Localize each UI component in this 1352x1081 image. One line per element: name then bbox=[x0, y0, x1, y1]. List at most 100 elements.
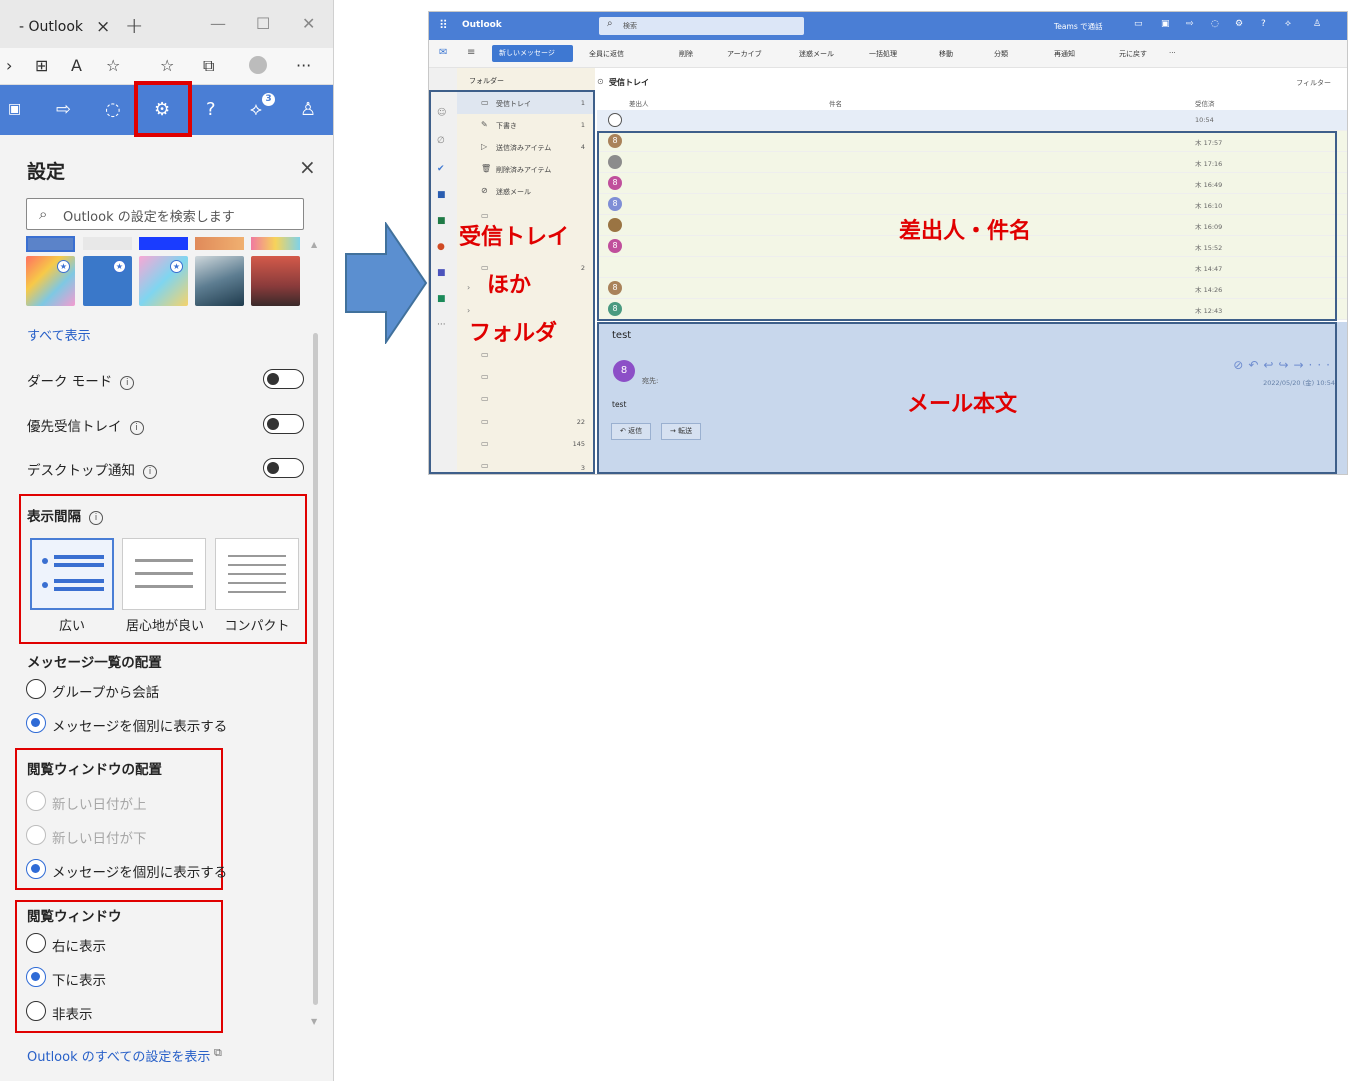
collections-icon[interactable]: ⧉ bbox=[203, 56, 214, 76]
apps-icon[interactable]: ⊞ bbox=[35, 56, 48, 75]
folders-header[interactable]: フォルダー bbox=[469, 76, 504, 86]
theme-tile-sunset[interactable] bbox=[251, 256, 300, 306]
line-icon bbox=[228, 573, 286, 575]
app-launcher-icon[interactable]: ⠿ bbox=[439, 18, 448, 32]
col-subject[interactable]: 件名 bbox=[829, 98, 842, 108]
calendar-icon[interactable]: ▭ bbox=[1134, 19, 1143, 29]
account-icon[interactable]: ♙ bbox=[300, 99, 316, 120]
table-row[interactable]: 10:54 bbox=[597, 110, 1347, 131]
folders-label-1: 受信トレイ bbox=[459, 225, 570, 250]
mail-icon[interactable]: ✉ bbox=[439, 47, 447, 58]
density-option-roomy[interactable] bbox=[30, 538, 114, 610]
account-icon[interactable]: ♙ bbox=[1313, 19, 1321, 29]
line-icon bbox=[54, 563, 104, 567]
line-icon bbox=[54, 579, 104, 583]
scroll-up-icon[interactable]: ▲ bbox=[311, 240, 317, 249]
focused-inbox-toggle[interactable] bbox=[263, 414, 304, 434]
more-commands-button[interactable]: ··· bbox=[1169, 49, 1176, 57]
star-icon: ★ bbox=[113, 260, 126, 273]
scroll-down-icon[interactable]: ▼ bbox=[311, 1017, 317, 1026]
whats-new-icon[interactable]: ⟡ bbox=[1285, 19, 1291, 29]
new-tab-button[interactable]: + bbox=[125, 14, 143, 39]
help-icon[interactable]: ? bbox=[206, 99, 216, 120]
window-close-icon[interactable]: ✕ bbox=[302, 14, 315, 33]
teams-call-button[interactable]: Teams で通話 bbox=[1054, 21, 1103, 32]
hamburger-icon[interactable]: ≡ bbox=[467, 47, 475, 58]
undo-button[interactable]: 元に戻す bbox=[1119, 49, 1147, 59]
teams-icon[interactable]: ▣ bbox=[8, 101, 21, 117]
info-icon[interactable]: i bbox=[120, 376, 135, 390]
maximize-icon[interactable]: ☐ bbox=[256, 14, 270, 33]
move-button[interactable]: 移動 bbox=[939, 49, 953, 59]
line-icon bbox=[135, 585, 193, 588]
settings-scrollbar[interactable] bbox=[313, 333, 318, 1005]
junk-button[interactable]: 迷惑メール bbox=[799, 49, 834, 59]
bullet-icon bbox=[42, 558, 48, 564]
radio-hide[interactable] bbox=[26, 1001, 46, 1021]
reply-all-button[interactable]: 全員に返信 bbox=[589, 49, 624, 59]
snooze-button[interactable]: 再通知 bbox=[1054, 49, 1075, 59]
settings-search-placeholder: Outlook の設定を検索します bbox=[63, 210, 235, 225]
help-icon[interactable]: ? bbox=[1261, 19, 1266, 29]
density-option-cozy[interactable] bbox=[122, 538, 206, 610]
select-all-icon[interactable]: ⊙ bbox=[597, 77, 604, 86]
info-icon[interactable]: i bbox=[129, 421, 144, 435]
settings-search-input[interactable]: ⌕ Outlook の設定を検索します bbox=[26, 198, 304, 230]
add-favorite-icon[interactable]: ☆ bbox=[106, 56, 120, 75]
settings-close-icon[interactable]: × bbox=[299, 155, 316, 179]
my-day-icon[interactable]: ⇨ bbox=[1186, 19, 1194, 29]
read-aloud-icon[interactable]: A bbox=[71, 56, 82, 75]
info-icon[interactable]: i bbox=[89, 511, 103, 525]
categorize-button[interactable]: 分類 bbox=[994, 49, 1008, 59]
teams-icon[interactable]: ▣ bbox=[1161, 19, 1170, 29]
theme-tile-landscape[interactable] bbox=[195, 256, 244, 306]
col-sender[interactable]: 差出人 bbox=[629, 98, 649, 108]
folders-label-2: ほか bbox=[487, 273, 532, 298]
more-icon[interactable]: ··· bbox=[296, 56, 311, 75]
desktop-notifications-toggle[interactable] bbox=[263, 458, 304, 478]
sweep-button[interactable]: 一括処理 bbox=[869, 49, 897, 59]
gear-icon[interactable]: ⚙ bbox=[1235, 19, 1243, 29]
browser-tabstrip: - Outlook × + — ☐ ✕ bbox=[0, 0, 333, 48]
profile-icon[interactable] bbox=[249, 56, 267, 74]
new-message-button[interactable]: 新しいメッセージ bbox=[492, 45, 573, 62]
line-icon bbox=[135, 572, 193, 575]
dark-mode-toggle[interactable] bbox=[263, 369, 304, 389]
open-external-icon[interactable]: ⧉ bbox=[214, 1046, 222, 1060]
avatar bbox=[608, 113, 622, 127]
my-day-icon[interactable]: ⇨ bbox=[56, 99, 71, 120]
radio-label: メッセージを個別に表示する bbox=[52, 719, 228, 735]
radio-newest-bottom[interactable] bbox=[26, 825, 46, 845]
theme-swatch[interactable] bbox=[195, 237, 244, 250]
theme-swatch[interactable] bbox=[83, 237, 132, 250]
close-tab-icon[interactable]: × bbox=[96, 17, 110, 37]
delete-button[interactable]: 削除 bbox=[679, 49, 693, 59]
outlook-search-input[interactable]: ⌕ 検索 bbox=[599, 17, 804, 35]
radio-show-right[interactable] bbox=[26, 933, 46, 953]
chevron-right-icon[interactable]: › bbox=[6, 56, 12, 75]
col-received[interactable]: 受信済 bbox=[1195, 98, 1215, 108]
radio-group-conversations[interactable] bbox=[26, 679, 46, 699]
archive-button[interactable]: アーカイブ bbox=[727, 49, 762, 59]
radio-show-individual[interactable] bbox=[26, 859, 46, 879]
line-icon bbox=[54, 555, 104, 559]
minimize-icon[interactable]: — bbox=[210, 14, 226, 33]
show-all-themes-link[interactable]: すべて表示 bbox=[27, 325, 91, 344]
radio-individual-messages[interactable] bbox=[26, 713, 46, 733]
browser-tab-title[interactable]: - Outlook bbox=[19, 19, 83, 35]
radio-newest-top[interactable] bbox=[26, 791, 46, 811]
theme-swatch[interactable] bbox=[139, 237, 188, 250]
filter-button[interactable]: フィルター bbox=[1296, 78, 1331, 88]
message-list-title: メッセージ一覧の配置 bbox=[27, 655, 162, 671]
favorites-icon[interactable]: ☆ bbox=[160, 56, 174, 75]
line-icon bbox=[135, 559, 193, 562]
info-icon[interactable]: i bbox=[143, 465, 157, 479]
bell-icon[interactable]: ◌ bbox=[1211, 19, 1219, 29]
radio-show-bottom[interactable] bbox=[26, 967, 46, 987]
all-settings-link[interactable]: Outlook のすべての設定を表示 bbox=[27, 1046, 210, 1065]
density-option-compact[interactable] bbox=[215, 538, 299, 610]
theme-swatch[interactable] bbox=[251, 237, 300, 250]
bell-icon[interactable]: ◌ bbox=[105, 99, 121, 120]
theme-swatch-selected[interactable] bbox=[26, 236, 75, 252]
whats-new-icon[interactable]: ⟡ bbox=[250, 99, 262, 120]
